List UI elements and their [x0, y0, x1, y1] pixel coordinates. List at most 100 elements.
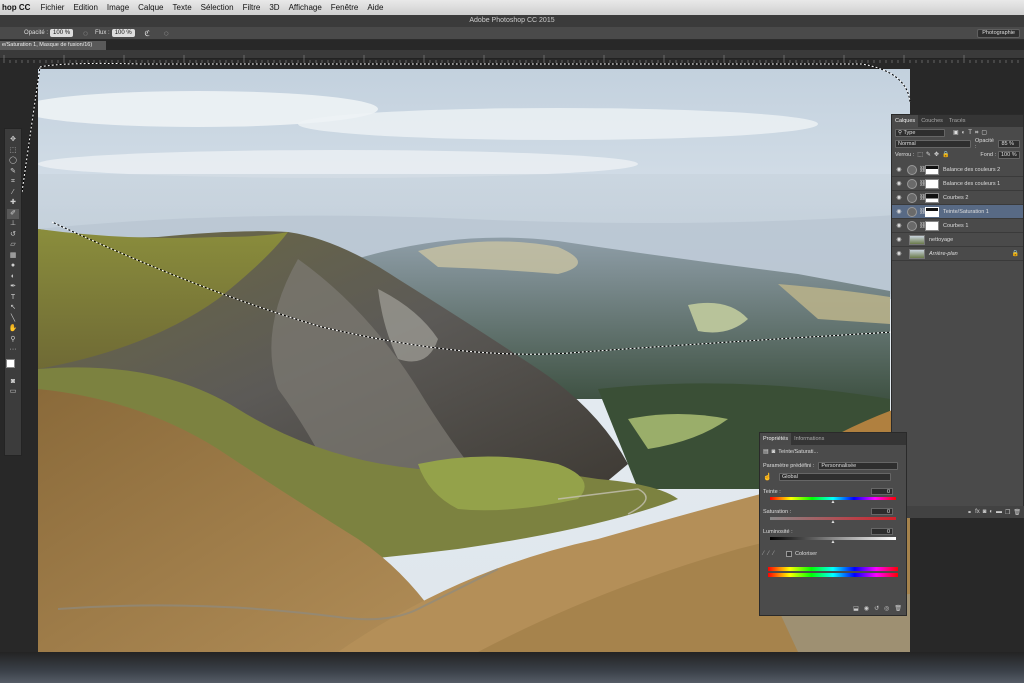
- menu-edition[interactable]: Edition: [73, 3, 97, 12]
- blur-tool-icon[interactable]: ●: [7, 261, 19, 272]
- layer-mask-thumbnail[interactable]: [925, 164, 939, 175]
- new-group-icon[interactable]: ▬: [996, 509, 1002, 515]
- channel-dropdown[interactable]: Global: [779, 473, 891, 481]
- layer-row[interactable]: ◉ ⛓ Courbes 1: [892, 219, 1023, 233]
- foreground-color[interactable]: [6, 358, 15, 368]
- layers-lock-row: Verrou : ⬚✎✥🔒 Fond : 100 %: [892, 149, 1023, 160]
- mask-mode-icon[interactable]: ◙: [772, 449, 776, 455]
- brush-tool-icon[interactable]: ✐: [7, 208, 19, 219]
- menu-texte[interactable]: Texte: [173, 3, 192, 12]
- layers-filter-row: ⚲ Type ▣◐T⌗▢: [892, 127, 1023, 138]
- menu-affichage[interactable]: Affichage: [289, 3, 322, 12]
- history-brush-tool-icon[interactable]: ↺: [7, 230, 19, 241]
- tab-informations[interactable]: Informations: [791, 433, 827, 445]
- pressure-size-icon[interactable]: ◌: [162, 29, 171, 38]
- toggle-visibility-icon[interactable]: ◎: [884, 605, 889, 612]
- trash-icon[interactable]: 🗑: [1013, 509, 1021, 516]
- target-adjust-hand-icon[interactable]: ☝: [763, 473, 779, 481]
- tab-traces[interactable]: Tracés: [946, 115, 969, 127]
- menu-bar: hop CC Fichier Edition Image Calque Text…: [0, 0, 1024, 15]
- dodge-tool-icon[interactable]: ◐: [7, 272, 19, 283]
- layer-row[interactable]: ◉ nettoyage: [892, 233, 1023, 247]
- layer-mask-thumbnail[interactable]: [925, 192, 939, 203]
- app-menu[interactable]: hop CC: [2, 3, 30, 12]
- workspace-button[interactable]: Photographie: [977, 29, 1020, 38]
- menu-fichier[interactable]: Fichier: [40, 3, 64, 12]
- stamp-tool-icon[interactable]: ⊥: [7, 219, 19, 230]
- link-layers-icon[interactable]: ⚭: [967, 509, 972, 516]
- options-opacity-field[interactable]: 100 %: [50, 29, 74, 37]
- fill-field[interactable]: 100 %: [998, 150, 1020, 159]
- layer-mask-thumbnail[interactable]: [925, 206, 939, 217]
- more-tools-icon[interactable]: ···: [7, 345, 19, 356]
- layer-row[interactable]: ◉ Arrière-plan 🔒: [892, 247, 1023, 261]
- airbrush-icon[interactable]: ℭ: [143, 29, 152, 38]
- layer-row-selected[interactable]: ◉ ⛓ Teinte/Saturation 1: [892, 205, 1023, 219]
- delete-adjustment-icon[interactable]: 🗑: [894, 605, 902, 612]
- visibility-eye-icon[interactable]: ◉: [895, 250, 903, 257]
- marquee-tool-icon[interactable]: ⬚: [7, 146, 19, 157]
- layer-style-icon[interactable]: fx: [975, 509, 980, 515]
- menu-fenetre[interactable]: Fenêtre: [331, 3, 359, 12]
- menu-aide[interactable]: Aide: [367, 3, 383, 12]
- document-tab[interactable]: e/Saturation 1, Masque de fusion/16): [0, 41, 106, 50]
- filter-kind-icons[interactable]: ▣◐T⌗▢: [953, 129, 990, 137]
- layer-opacity-field[interactable]: 85 %: [998, 139, 1020, 148]
- menu-selection[interactable]: Sélection: [201, 3, 234, 12]
- lightness-slider-thumb-icon[interactable]: ▲: [760, 540, 906, 546]
- eraser-tool-icon[interactable]: ▱: [7, 240, 19, 251]
- healing-tool-icon[interactable]: ✚: [7, 198, 19, 209]
- tab-calques[interactable]: Calques: [892, 115, 919, 127]
- visibility-eye-icon[interactable]: ◉: [895, 222, 903, 229]
- visibility-eye-icon[interactable]: ◉: [895, 194, 903, 201]
- type-tool-icon[interactable]: T: [7, 293, 19, 304]
- add-mask-icon[interactable]: ◙: [983, 509, 987, 515]
- hand-tool-icon[interactable]: ✋: [7, 324, 19, 335]
- menu-image[interactable]: Image: [107, 3, 129, 12]
- new-adjustment-icon[interactable]: ◐: [989, 509, 993, 515]
- menu-calque[interactable]: Calque: [138, 3, 163, 12]
- pen-tool-icon[interactable]: ✒: [7, 282, 19, 293]
- shape-tool-icon[interactable]: ╲: [7, 314, 19, 325]
- visibility-eye-icon[interactable]: ◉: [895, 166, 903, 173]
- pressure-opacity-icon[interactable]: ◌: [81, 29, 90, 38]
- gradient-tool-icon[interactable]: ▦: [7, 251, 19, 262]
- lightness-value-field[interactable]: 0: [871, 528, 893, 535]
- move-tool-icon[interactable]: ✥: [7, 135, 19, 146]
- colorize-checkbox[interactable]: [786, 550, 793, 557]
- eyedropper-icons[interactable]: ⁄⁄⁄: [763, 551, 778, 557]
- path-select-tool-icon[interactable]: ↖: [7, 303, 19, 314]
- view-previous-icon[interactable]: ◉: [864, 605, 869, 612]
- color-swatches[interactable]: [6, 358, 20, 373]
- layer-row[interactable]: ◉ ⛓ Balance des couleurs 2: [892, 163, 1023, 177]
- clip-to-layer-icon[interactable]: ⬓: [853, 605, 859, 612]
- layer-filter-dropdown[interactable]: ⚲ Type: [895, 128, 945, 137]
- tab-proprietes[interactable]: Propriétés: [760, 433, 792, 445]
- quick-select-tool-icon[interactable]: ✎: [7, 167, 19, 178]
- layer-mask-thumbnail[interactable]: [925, 178, 939, 189]
- hue-value-field[interactable]: 0: [871, 488, 893, 495]
- layer-row[interactable]: ◉ ⛓ Courbes 2: [892, 191, 1023, 205]
- lasso-tool-icon[interactable]: ◯: [7, 156, 19, 167]
- lock-options-icons[interactable]: ⬚✎✥🔒: [917, 151, 952, 158]
- crop-tool-icon[interactable]: ⌗: [7, 177, 19, 188]
- layer-mask-thumbnail[interactable]: [925, 220, 939, 231]
- options-flow-field[interactable]: 100 %: [111, 29, 135, 37]
- zoom-tool-icon[interactable]: ⚲: [7, 335, 19, 346]
- menu-filtre[interactable]: Filtre: [243, 3, 261, 12]
- visibility-eye-icon[interactable]: ◉: [895, 208, 903, 215]
- layers-panel-tabs: Calques Couches Tracés: [892, 115, 1023, 127]
- screen-mode-icon[interactable]: ▭: [7, 387, 19, 398]
- quick-mask-icon[interactable]: ◙: [7, 377, 19, 388]
- tab-couches[interactable]: Couches: [918, 115, 946, 127]
- preset-dropdown[interactable]: Personnalisée: [818, 461, 899, 470]
- new-layer-icon[interactable]: ❐: [1005, 509, 1010, 516]
- visibility-eye-icon[interactable]: ◉: [895, 180, 903, 187]
- menu-3d[interactable]: 3D: [269, 3, 279, 12]
- eyedropper-tool-icon[interactable]: ⁄: [7, 188, 19, 199]
- reset-icon[interactable]: ↺: [874, 605, 879, 612]
- layer-row[interactable]: ◉ ⛓ Balance des couleurs 1: [892, 177, 1023, 191]
- blend-mode-dropdown[interactable]: Normal: [895, 139, 972, 148]
- visibility-eye-icon[interactable]: ◉: [895, 236, 903, 243]
- saturation-value-field[interactable]: 0: [871, 508, 893, 515]
